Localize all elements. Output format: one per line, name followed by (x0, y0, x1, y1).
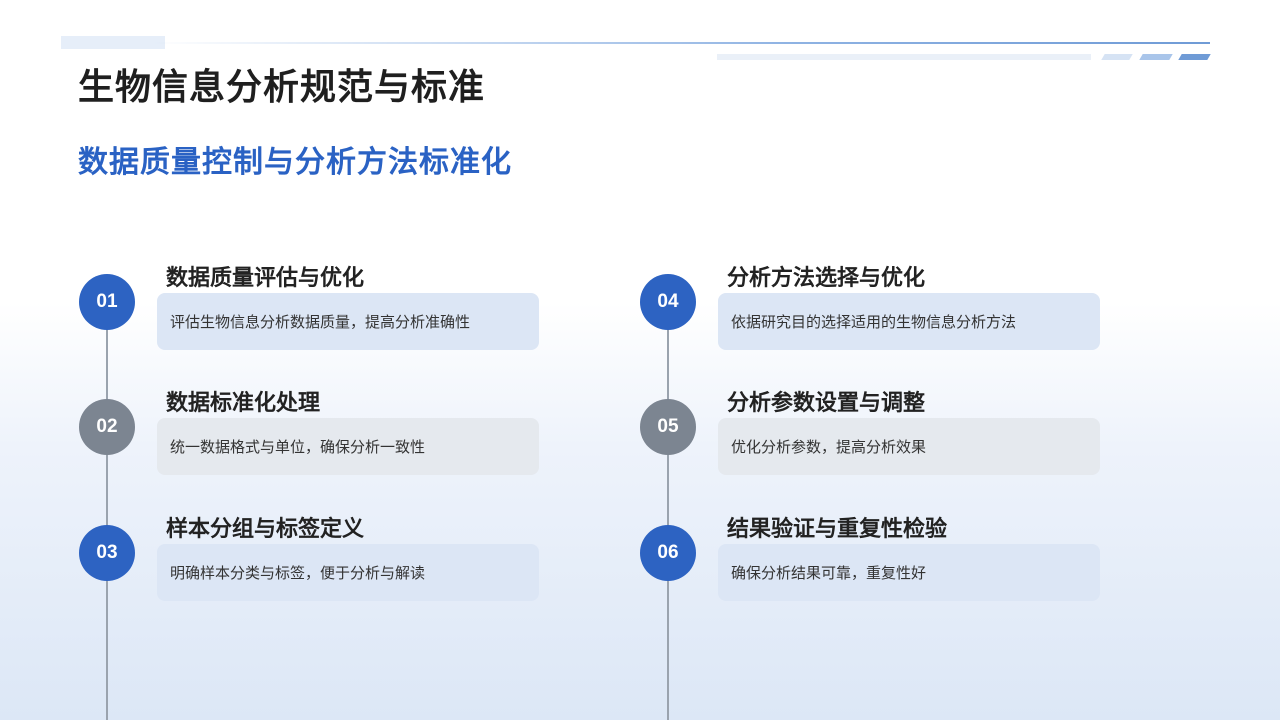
timeline-line-right (667, 302, 669, 720)
header-bar-decoration (717, 54, 1091, 60)
step-description-box: 明确样本分类与标签，便于分析与解读 (157, 544, 539, 601)
step-description-box: 依据研究目的选择适用的生物信息分析方法 (718, 293, 1100, 350)
page-subtitle: 数据质量控制与分析方法标准化 (78, 145, 512, 180)
step-number-badge: 04 (640, 274, 696, 330)
header-segment-decoration (1101, 54, 1133, 60)
step-description-box: 评估生物信息分析数据质量，提高分析准确性 (157, 293, 539, 350)
step-title: 样本分组与标签定义 (166, 517, 365, 542)
page-title: 生物信息分析规范与标准 (78, 67, 486, 108)
step-description-box: 统一数据格式与单位，确保分析一致性 (157, 418, 539, 475)
header-segment-decoration (1139, 54, 1173, 60)
step-number-badge: 02 (79, 399, 135, 455)
step-title: 分析方法选择与优化 (727, 266, 926, 291)
step-description: 统一数据格式与单位，确保分析一致性 (170, 438, 426, 456)
step-description-box: 确保分析结果可靠，重复性好 (718, 544, 1100, 601)
step-title: 数据质量评估与优化 (166, 266, 365, 291)
step-description-box: 优化分析参数，提高分析效果 (718, 418, 1100, 475)
step-number-badge: 05 (640, 399, 696, 455)
step-number-badge: 06 (640, 525, 696, 581)
step-description: 依据研究目的选择适用的生物信息分析方法 (731, 313, 1017, 331)
header-rule (150, 42, 1210, 44)
step-title: 分析参数设置与调整 (727, 391, 926, 416)
timeline-line-left (106, 302, 108, 720)
step-title: 数据标准化处理 (166, 391, 321, 416)
step-description: 评估生物信息分析数据质量，提高分析准确性 (170, 313, 471, 331)
step-number-badge: 03 (79, 525, 135, 581)
header-segment-decoration (1178, 54, 1211, 60)
step-description: 优化分析参数，提高分析效果 (731, 438, 927, 456)
step-number-badge: 01 (79, 274, 135, 330)
step-description: 明确样本分类与标签，便于分析与解读 (170, 564, 426, 582)
step-title: 结果验证与重复性检验 (727, 517, 948, 542)
step-description: 确保分析结果可靠，重复性好 (731, 564, 927, 582)
